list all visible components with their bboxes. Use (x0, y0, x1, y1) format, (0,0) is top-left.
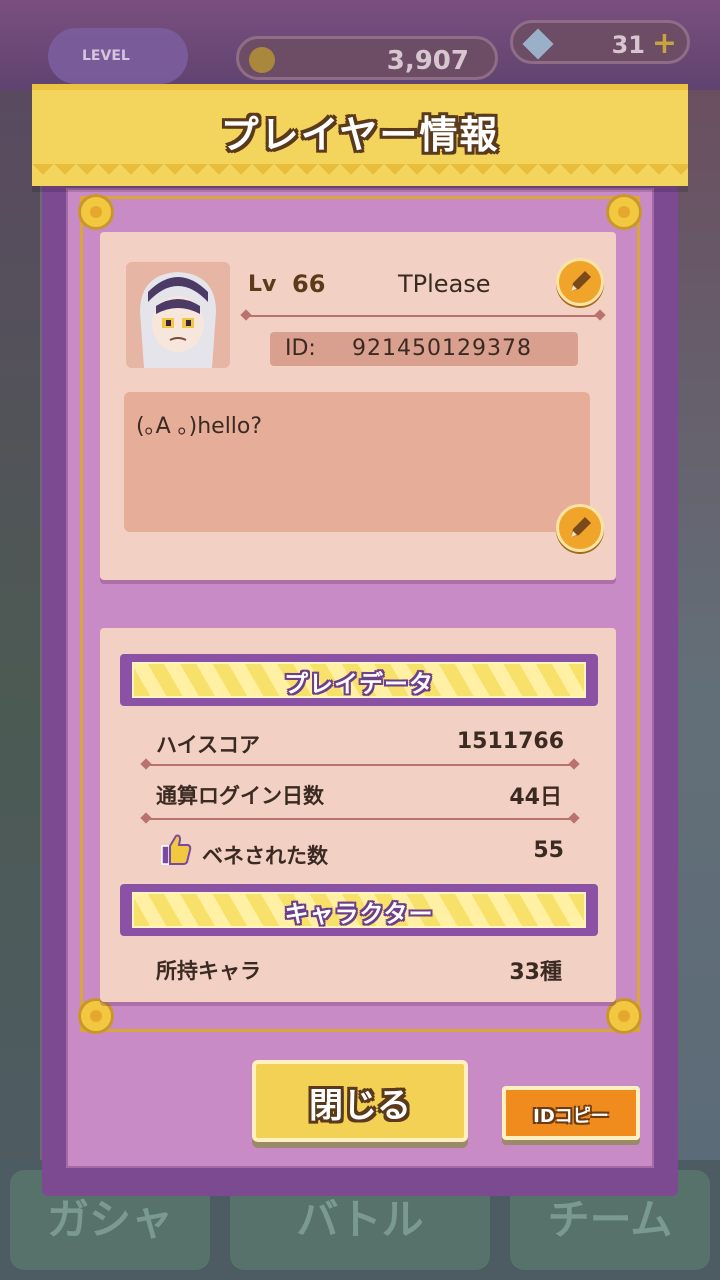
pencil-icon (571, 271, 591, 291)
stat-value-owned-characters: 33種 (509, 960, 562, 985)
header-zigzag (32, 164, 688, 186)
play-data-title: プレイデータ (284, 670, 434, 698)
character-header: キャラクター (120, 884, 598, 936)
stat-label-login-days: 通算ログイン日数 (156, 784, 324, 808)
stat-label-owned-characters: 所持キャラ (156, 959, 261, 983)
id-copy-button[interactable]: IDコピー (502, 1086, 640, 1140)
stat-value-high-score: 1511766 (456, 729, 564, 754)
player-id: 921450129378 (352, 336, 532, 361)
background-left (0, 90, 40, 1280)
profile-divider (246, 315, 600, 317)
stat-value-login-days: 44日 (509, 785, 562, 810)
level-label: Lv (248, 272, 277, 297)
player-avatar (126, 262, 230, 368)
character-title: キャラクター (284, 900, 434, 928)
corner-medal-icon (606, 194, 642, 230)
player-level: 66 (292, 270, 326, 298)
gem-count: 31 (611, 31, 645, 59)
stat-label-high-score: ハイスコア (156, 733, 260, 757)
corner-medal-icon (606, 998, 642, 1034)
avatar-character-icon (126, 262, 230, 368)
background-level-badge: LEVEL (48, 28, 188, 84)
close-button[interactable]: 閉じる (252, 1060, 468, 1142)
stat-value-bene-count: 55 (533, 838, 564, 863)
player-comment: (｡A ｡)hello? (136, 414, 263, 439)
pencil-icon (571, 517, 591, 537)
background-right (676, 90, 720, 1280)
background-coin-counter: 3,907 (236, 36, 498, 80)
dialog-header: プレイヤー情報 (32, 84, 688, 186)
coin-count: 3,907 (386, 46, 469, 76)
edit-comment-button[interactable] (556, 504, 604, 552)
gem-icon (522, 28, 554, 60)
edit-name-button[interactable] (556, 258, 604, 306)
background-gem-counter: 31 + (510, 20, 690, 64)
corner-medal-icon (78, 998, 114, 1034)
player-name: TPlease (398, 270, 491, 298)
stat-divider (146, 818, 574, 820)
thumbs-up-icon (160, 832, 192, 866)
id-copy-button-label: IDコピー (533, 1106, 609, 1127)
stat-label-bene-count: ベネされた数 (202, 844, 328, 868)
corner-medal-icon (78, 194, 114, 230)
close-button-label: 閉じる (309, 1086, 411, 1126)
page-title: プレイヤー情報 (220, 113, 500, 157)
player-id-label: ID: (285, 336, 316, 361)
stat-divider (146, 764, 574, 766)
coin-icon (249, 47, 275, 73)
play-data-header: プレイデータ (120, 654, 598, 706)
plus-icon: + (651, 26, 677, 61)
